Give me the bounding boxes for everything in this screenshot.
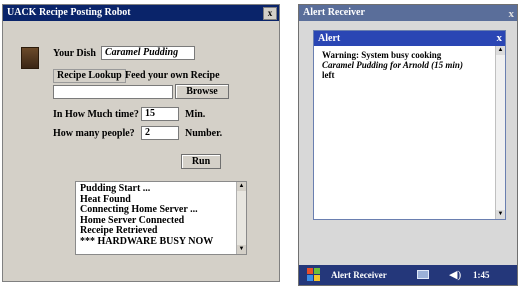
time-unit-label: Min. (185, 109, 206, 120)
alert-message-line: Caramel Pudding for Arnold (15 min) (322, 60, 463, 70)
log-line: Receipe Retrieved (80, 225, 158, 236)
alert-scrollbar[interactable]: ▲ ▼ (495, 46, 505, 219)
log-line: *** HARDWARE BUSY NOW (80, 235, 214, 247)
close-icon[interactable]: x (263, 7, 277, 20)
taskbar-item-alert-receiver[interactable]: Alert Receiver (331, 265, 387, 285)
log-line: Connecting Home Server ... (80, 204, 198, 215)
alert-message-line: left (322, 70, 335, 80)
close-icon[interactable]: x (509, 6, 515, 22)
scroll-up-icon[interactable]: ▲ (496, 46, 505, 55)
time-input[interactable]: 15 (141, 107, 179, 121)
alert-titlebar[interactable]: Alert x (314, 31, 505, 46)
right-window-title: Alert Receiver (303, 7, 365, 18)
tab-feed-own-recipe[interactable]: Feed your own Recipe (125, 70, 220, 81)
run-button[interactable]: Run (181, 154, 221, 169)
time-label: In How Much time? (53, 109, 139, 120)
recipe-robot-window: UACK Recipe Posting Robot x Your Dish Ca… (2, 4, 280, 282)
taskbar: Alert Receiver ◀) 1:45 (299, 265, 517, 285)
recipe-path-input[interactable] (53, 85, 173, 99)
alert-title: Alert (318, 33, 341, 44)
dish-input[interactable]: Caramel Pudding (101, 46, 195, 60)
left-window-title: UACK Recipe Posting Robot (7, 7, 131, 18)
close-icon[interactable]: x (497, 31, 503, 46)
dish-label: Your Dish (53, 48, 96, 59)
keyboard-icon[interactable] (417, 270, 429, 279)
people-input[interactable]: 2 (141, 126, 179, 140)
alert-dialog: Alert x Warning: System busy cooking Car… (313, 30, 506, 220)
scroll-down-icon[interactable]: ▼ (237, 245, 246, 254)
people-unit-label: Number. (185, 128, 223, 139)
volume-icon[interactable]: ◀) (449, 268, 461, 282)
tab-recipe-lookup[interactable]: Recipe Lookup (53, 69, 126, 83)
alert-receiver-window: Alert Receiver x Alert x Warning: System… (298, 4, 518, 286)
clock: 1:45 (473, 270, 490, 280)
people-label: How many people? (53, 128, 135, 139)
browse-button[interactable]: Browse (175, 84, 229, 99)
status-log: Pudding Start ... Heat Found Connecting … (75, 181, 247, 255)
chef-icon (21, 47, 39, 69)
right-window-titlebar[interactable]: Alert Receiver x (299, 5, 517, 21)
scroll-down-icon[interactable]: ▼ (496, 210, 505, 219)
alert-message-line: Warning: System busy cooking (322, 50, 442, 60)
log-scrollbar[interactable]: ▲ ▼ (236, 182, 246, 254)
alert-message: Warning: System busy cooking Caramel Pud… (314, 46, 505, 80)
left-window-titlebar[interactable]: UACK Recipe Posting Robot x (3, 5, 279, 21)
windows-start-icon[interactable] (307, 268, 321, 282)
log-line: Pudding Start ... (80, 183, 151, 194)
scroll-up-icon[interactable]: ▲ (237, 182, 246, 191)
